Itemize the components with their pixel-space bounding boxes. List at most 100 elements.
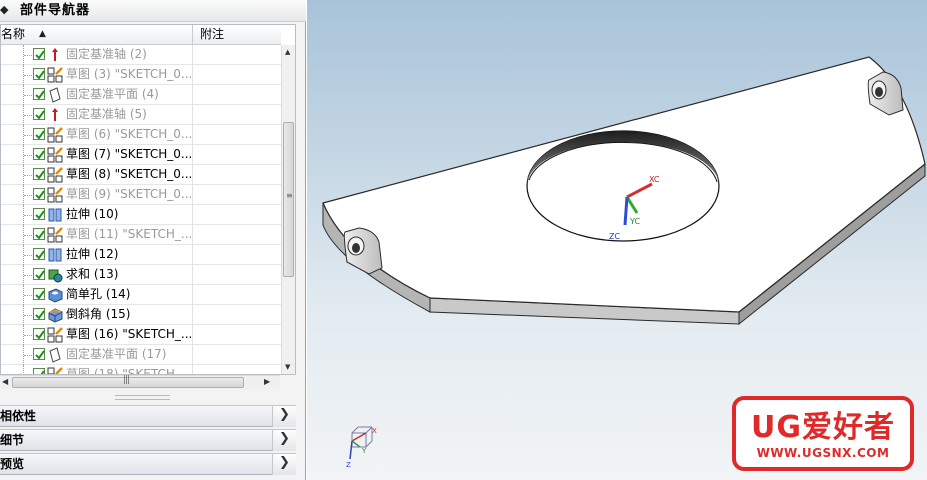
tree-row[interactable]: 倒斜角 (15) [1,305,281,325]
section-title: 细节 [0,433,25,447]
visibility-checkbox[interactable] [33,48,45,60]
column-divider [192,365,193,374]
tree-row[interactable]: 草图 (18) "SKETCH_... [1,365,281,375]
tree-row[interactable]: 固定基准平面 (17) [1,345,281,365]
column-divider[interactable] [192,25,193,45]
tree-connector [24,295,32,296]
pin-icon[interactable]: ◆ [0,3,10,17]
expand-button[interactable]: ❯ [272,430,296,451]
tree-row[interactable]: 草图 (3) "SKETCH_0... [1,65,281,85]
triad-z-label: Z [346,461,351,469]
vertical-scrollbar[interactable]: ▲ ≡ ▼ [281,45,295,374]
sketch-icon [47,367,63,374]
tree-row[interactable]: 草图 (11) "SKETCH_... [1,225,281,245]
column-divider [192,345,193,365]
tree-row[interactable]: 固定基准平面 (4) [1,85,281,105]
visibility-checkbox[interactable] [33,148,45,160]
grip-icon: ||| [123,375,130,385]
column-divider [192,305,193,325]
feature-label: 固定基准轴 (2) [66,47,147,61]
visibility-checkbox[interactable] [33,68,45,80]
feature-label: 拉伸 (10) [66,207,119,221]
visibility-checkbox[interactable] [33,288,45,300]
section-preview[interactable]: 预览 ❯ [0,453,296,475]
visibility-checkbox[interactable] [33,228,45,240]
column-header-note[interactable]: 附注 [200,27,224,42]
tree-connector [24,135,32,136]
visibility-checkbox[interactable] [33,368,45,374]
tree-connector [24,335,32,336]
column-divider [192,45,193,65]
watermark-url: WWW.UGSNX.COM [756,446,890,460]
tree-row[interactable]: 草图 (16) "SKETCH_... [1,325,281,345]
tree-header: 名称 ▲ 附注 [1,25,281,45]
scroll-right-icon[interactable]: ▶ [264,377,270,386]
sketch-icon [47,327,63,343]
tree-rows: 固定基准轴 (2) 草图 (3) "SKETCH_0... 固定基准平面 (4) 固定… [1,45,281,375]
feature-label: 固定基准轴 (5) [66,107,147,121]
chevron-down-icon: ❯ [279,431,290,446]
horizontal-scroll-thumb[interactable]: ||| [12,375,244,388]
feature-label: 求和 (13) [66,267,119,281]
chamfer-icon [47,307,63,323]
visibility-checkbox[interactable] [33,308,45,320]
tree-connector [24,115,32,116]
visibility-checkbox[interactable] [33,108,45,120]
scroll-down-icon[interactable]: ▼ [285,363,290,371]
part-navigator-panel: ◆ 部件导航器 名称 ▲ 附注 固定基准轴 (2) 草图 (3) "SKETCH_… [0,0,306,480]
section-details[interactable]: 细节 ❯ [0,429,296,451]
datum-axis-icon [47,107,63,123]
section-title: 预览 [0,457,25,471]
hole-icon [47,287,63,303]
horizontal-scrollbar[interactable]: ◀ ||| ▶ [0,375,280,389]
visibility-checkbox[interactable] [33,128,45,140]
tree-row[interactable]: 拉伸 (12) [1,245,281,265]
scroll-up-icon[interactable]: ▲ [285,48,290,56]
view-triad[interactable]: X Y Z [344,423,380,469]
tree-row[interactable]: 草图 (9) "SKETCH_0... [1,185,281,205]
expand-button[interactable]: ❯ [272,454,296,475]
tree-row[interactable]: 草图 (6) "SKETCH_0... [1,125,281,145]
panel-splitter[interactable] [115,395,170,400]
visibility-checkbox[interactable] [33,248,45,260]
sketch-icon [47,227,63,243]
visibility-checkbox[interactable] [33,88,45,100]
tree-connector [24,75,32,76]
tree-row[interactable]: 求和 (13) [1,265,281,285]
visibility-checkbox[interactable] [33,328,45,340]
triad-x-label: X [372,427,377,435]
feature-label: 草图 (18) "SKETCH_... [66,367,193,375]
extrude-icon [47,207,63,223]
tree-row[interactable]: 简单孔 (14) [1,285,281,305]
visibility-checkbox[interactable] [33,188,45,200]
tree-row[interactable]: 草图 (8) "SKETCH_0... [1,165,281,185]
feature-label: 拉伸 (12) [66,247,119,261]
column-header-name[interactable]: 名称 [1,27,25,42]
graphics-viewport[interactable]: XC YC ZC X Y Z UG爱好者 WWW.UGSNX.COM [307,0,927,480]
tree-row[interactable]: 固定基准轴 (5) [1,105,281,125]
watermark-title: UG爱好者 [751,410,895,445]
expand-button[interactable]: ❯ [272,406,296,427]
sketch-icon [47,187,63,203]
feature-label: 倒斜角 (15) [66,307,131,321]
visibility-checkbox[interactable] [33,168,45,180]
tree-row[interactable]: 草图 (7) "SKETCH_0... [1,145,281,165]
visibility-checkbox[interactable] [33,208,45,220]
column-divider [192,225,193,245]
scroll-left-icon[interactable]: ◀ [2,377,8,386]
tree-row[interactable]: 固定基准轴 (2) [1,45,281,65]
tree-row[interactable]: 拉伸 (10) [1,205,281,225]
sort-ascending-icon[interactable]: ▲ [39,27,46,42]
vertical-scroll-thumb[interactable]: ≡ [283,122,294,277]
chevron-down-icon: ❯ [279,407,290,422]
visibility-checkbox[interactable] [33,348,45,360]
section-dependencies[interactable]: 相依性 ❯ [0,405,296,427]
csys-x-label: XC [649,175,660,184]
tree-connector [24,195,32,196]
column-divider [192,125,193,145]
feature-label: 草图 (8) "SKETCH_0... [66,167,193,181]
visibility-checkbox[interactable] [33,268,45,280]
sketch-icon [47,127,63,143]
tree-connector [24,55,32,56]
feature-label: 草图 (6) "SKETCH_0... [66,127,193,141]
